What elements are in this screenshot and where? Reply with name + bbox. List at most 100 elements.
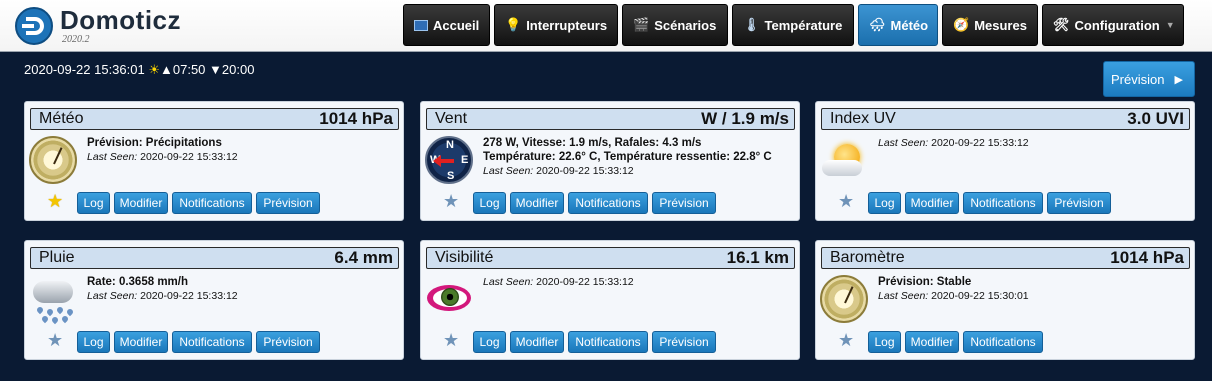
sunrise-time: ▲07:50 [160,62,206,77]
status-line: Prévision: Stable [878,276,972,288]
sunset-time: ▼20:00 [209,62,255,77]
last-seen: Last Seen: 2020-09-22 15:33:12 [87,150,238,164]
last-seen-label: Last Seen: [878,137,929,149]
nav-accueil[interactable]: Accueil [403,4,490,46]
forecast-button[interactable]: Prévision [652,192,716,214]
status-line: Prévision: Précipitations [87,137,222,149]
nav-label: Configuration [1074,17,1160,33]
last-seen-value: 2020-09-22 15:33:12 [536,165,634,177]
nav-scenarios[interactable]: 🎬 Scénarios [622,4,728,46]
last-seen: Last Seen: 2020-09-22 15:33:12 [87,289,238,303]
favorite-star-icon[interactable]: ★ [47,330,63,351]
thermometer-icon: 🌡 [743,17,760,32]
nav-meteo[interactable]: 🌧 Météo [858,4,938,46]
log-button[interactable]: Log [473,192,506,214]
nav-temperature[interactable]: 🌡 Température [732,4,854,46]
notifications-button[interactable]: Notifications [172,331,252,353]
last-seen-value: 2020-09-22 15:33:12 [931,137,1029,149]
prevision-label: Prévision [1111,71,1165,87]
nav-label: Interrupteurs [526,17,608,33]
device-card-visibilite: Visibilité 16.1 km Last Seen: 2020-09-22… [420,240,800,360]
sun-icon[interactable] [820,136,868,184]
modify-button[interactable]: Modifier [114,331,168,353]
nav-interrupteurs[interactable]: 💡 Interrupteurs [494,4,618,46]
card-name: Pluie [39,249,75,266]
nav-label: Météo [890,17,929,33]
favorite-star-icon[interactable]: ★ [838,330,854,351]
nav-mesures[interactable]: 🧭 Mesures [942,4,1038,46]
modify-button[interactable]: Modifier [905,192,959,214]
log-button[interactable]: Log [473,331,506,353]
status-line: 278 W, Vitesse: 1.9 m/s, Rafales: 4.3 m/… [483,137,702,149]
card-titlebar: Baromètre 1014 hPa [821,247,1190,269]
card-status: Rate: 0.3658 mm/h Last Seen: 2020-09-22 … [87,275,238,303]
last-seen-label: Last Seen: [87,290,138,302]
favorite-star-icon[interactable]: ★ [443,191,459,212]
card-titlebar: Visibilité 16.1 km [426,247,795,269]
forecast-button[interactable]: Prévision [256,192,320,214]
log-button[interactable]: Log [77,192,110,214]
modify-button[interactable]: Modifier [510,192,564,214]
eye-icon[interactable] [425,275,473,323]
card-name: Index UV [830,110,896,127]
card-name: Vent [435,110,468,127]
barometer-icon[interactable] [820,275,868,323]
device-card-uv: Index UV 3.0 UVI Last Seen: 2020-09-22 1… [815,101,1195,221]
last-seen-label: Last Seen: [483,165,534,177]
last-seen-label: Last Seen: [878,290,929,302]
modify-button[interactable]: Modifier [510,331,564,353]
home-icon [414,19,428,31]
log-button[interactable]: Log [868,192,901,214]
last-seen-value: 2020-09-22 15:33:12 [140,151,238,163]
card-name: Visibilité [435,249,494,266]
notifications-button[interactable]: Notifications [963,331,1043,353]
modify-button[interactable]: Modifier [905,331,959,353]
status-line: Rate: 0.3658 mm/h [87,276,188,288]
log-button[interactable]: Log [77,331,110,353]
forecast-button[interactable]: Prévision [652,331,716,353]
compass-icon[interactable]: NSEW [425,136,473,184]
barometer-icon[interactable] [29,136,77,184]
card-status: Prévision: Précipitations Last Seen: 202… [87,136,238,164]
favorite-star-icon[interactable]: ★ [47,191,63,212]
forecast-button[interactable]: Prévision [256,331,320,353]
nav-configuration[interactable]: 🛠 Configuration ▼ [1042,4,1184,46]
last-seen: Last Seen: 2020-09-22 15:33:12 [483,275,634,289]
last-seen: Last Seen: 2020-09-22 15:33:12 [878,136,1029,150]
device-card-meteo: Météo 1014 hPa Prévision: Précipitations… [24,101,404,221]
notifications-button[interactable]: Notifications [568,192,648,214]
log-button[interactable]: Log [868,331,901,353]
last-seen-label: Last Seen: [87,151,138,163]
notifications-button[interactable]: Notifications [963,192,1043,214]
nav-label: Mesures [974,17,1027,33]
last-seen: Last Seen: 2020-09-22 15:30:01 [878,289,1029,303]
notifications-button[interactable]: Notifications [172,192,252,214]
clapperboard-icon: 🎬 [633,17,650,32]
notifications-button[interactable]: Notifications [568,331,648,353]
nav-label: Accueil [433,17,480,33]
nav-label: Température [764,17,843,33]
card-status: 278 W, Vitesse: 1.9 m/s, Rafales: 4.3 m/… [483,136,772,178]
favorite-star-icon[interactable]: ★ [443,330,459,351]
modify-button[interactable]: Modifier [114,192,168,214]
card-titlebar: Pluie 6.4 mm [30,247,399,269]
device-card-barometre: Baromètre 1014 hPa Prévision: Stable Las… [815,240,1195,360]
device-card-vent: Vent W / 1.9 m/s NSEW 278 W, Vitesse: 1.… [420,101,800,221]
domoticz-logo-icon[interactable] [15,7,53,45]
prevision-button[interactable]: Prévision ▶ [1103,61,1195,97]
card-value: 6.4 mm [334,248,393,267]
nav-label: Scénarios [654,17,717,33]
app-name: Domoticz [60,5,181,35]
last-seen-value: 2020-09-22 15:30:01 [931,290,1029,302]
forecast-button[interactable]: Prévision [1047,192,1111,214]
top-header: Domoticz 2020.2 Accueil 💡 Interrupteurs … [0,0,1212,52]
device-card-pluie: Pluie 6.4 mm Rate: 0.3658 mm/h Last Seen… [24,240,404,360]
last-seen: Last Seen: 2020-09-22 15:33:12 [483,164,772,178]
card-name: Baromètre [830,249,905,266]
rain-icon[interactable] [29,275,77,325]
favorite-star-icon[interactable]: ★ [838,191,854,212]
card-value: 3.0 UVI [1127,109,1184,128]
weather-icon: 🌧 [869,17,886,32]
play-icon: ▶ [1174,73,1183,86]
card-titlebar: Météo 1014 hPa [30,108,399,130]
